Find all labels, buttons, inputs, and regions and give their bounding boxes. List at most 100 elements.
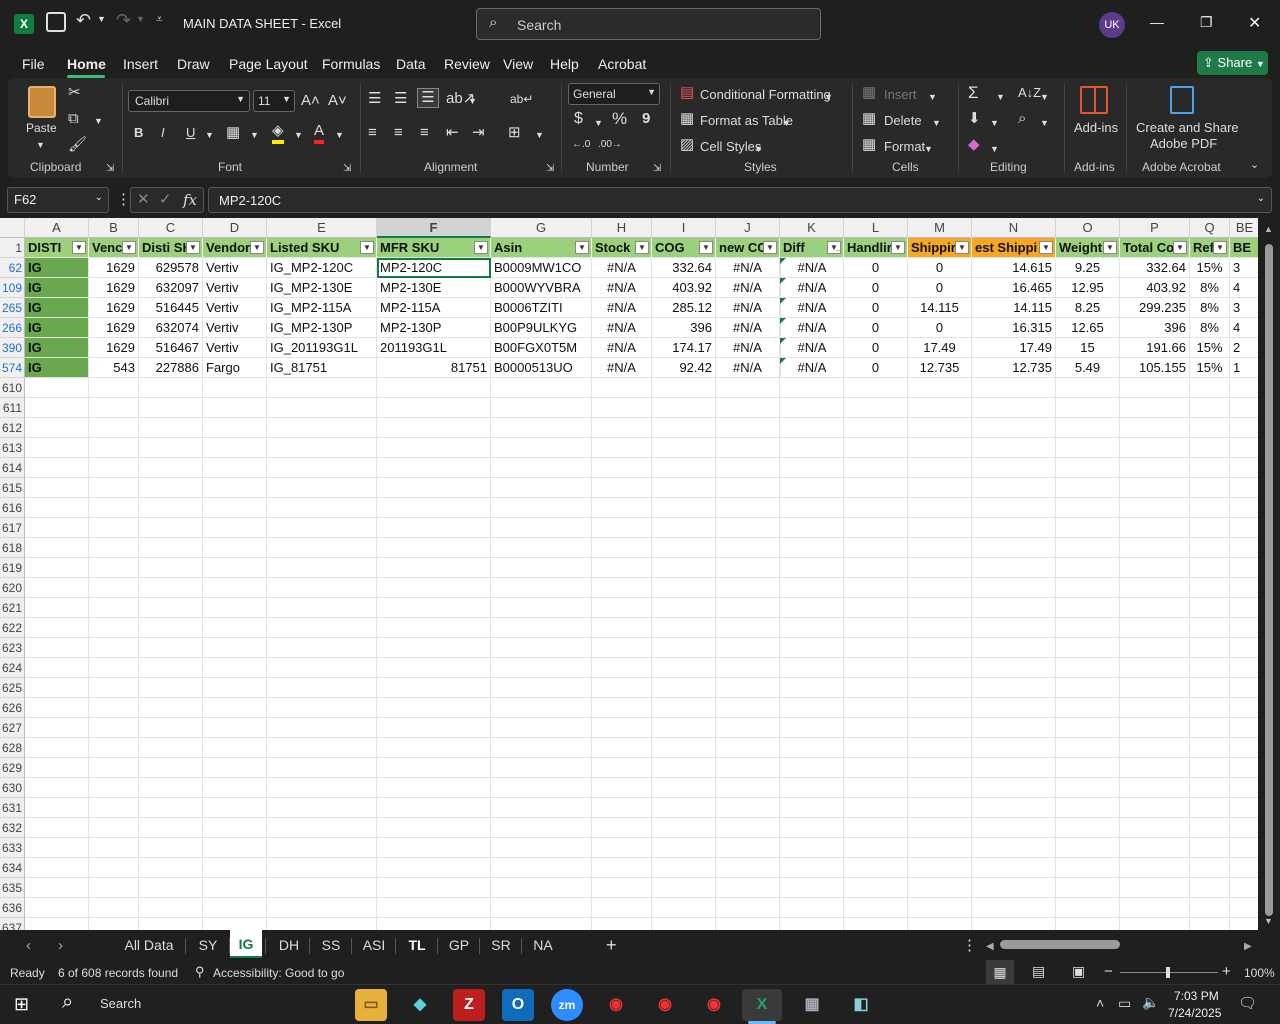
empty-cell[interactable]	[267, 758, 377, 778]
table-cell[interactable]: IG	[25, 338, 89, 358]
minimize-button[interactable]: —	[1150, 14, 1164, 30]
table-cell[interactable]: 105.155	[1120, 358, 1190, 378]
table-cell[interactable]: 92.42	[652, 358, 716, 378]
empty-cell[interactable]	[972, 718, 1056, 738]
table-cell[interactable]: 8%	[1190, 318, 1230, 338]
table-header-cell[interactable]: Venc ▼	[89, 238, 139, 258]
table-cell[interactable]: #N/A	[780, 338, 844, 358]
empty-cell[interactable]	[139, 458, 203, 478]
empty-cell[interactable]	[267, 878, 377, 898]
column-header[interactable]: D	[203, 218, 267, 238]
scrollbar-thumb[interactable]	[1265, 244, 1273, 916]
empty-cell[interactable]	[491, 838, 592, 858]
empty-cell[interactable]	[1056, 898, 1120, 918]
empty-cell[interactable]	[652, 438, 716, 458]
empty-cell[interactable]	[25, 598, 89, 618]
empty-cell[interactable]	[972, 758, 1056, 778]
empty-cell[interactable]	[139, 718, 203, 738]
table-header-cell[interactable]: new CC ▼	[716, 238, 780, 258]
empty-cell[interactable]	[139, 818, 203, 838]
empty-cell[interactable]	[89, 778, 139, 798]
row-header[interactable]: 623	[0, 638, 25, 658]
empty-cell[interactable]	[267, 618, 377, 638]
chrome-icon[interactable]: ◉	[649, 989, 681, 1021]
empty-cell[interactable]	[592, 398, 652, 418]
table-cell[interactable]: B00P9ULKYG	[491, 318, 592, 338]
table-cell[interactable]: MP2-115A	[377, 298, 491, 318]
empty-cell[interactable]	[491, 678, 592, 698]
empty-cell[interactable]	[1190, 438, 1230, 458]
format-cells-button[interactable]: Format	[884, 139, 925, 154]
table-cell[interactable]: 1629	[89, 278, 139, 298]
empty-cell[interactable]	[908, 598, 972, 618]
table-cell[interactable]: #N/A	[716, 318, 780, 338]
menu-home[interactable]: Home	[67, 56, 106, 72]
empty-cell[interactable]	[844, 478, 908, 498]
empty-cell[interactable]	[139, 758, 203, 778]
page-layout-view-icon[interactable]: ▤	[1032, 963, 1045, 980]
empty-cell[interactable]	[844, 418, 908, 438]
empty-cell[interactable]	[1056, 698, 1120, 718]
filter-dropdown-icon[interactable]: ▼	[1039, 241, 1053, 254]
empty-cell[interactable]	[716, 378, 780, 398]
column-header[interactable]: BE	[1230, 218, 1260, 238]
empty-cell[interactable]	[267, 438, 377, 458]
empty-cell[interactable]	[1190, 838, 1230, 858]
empty-cell[interactable]	[652, 758, 716, 778]
empty-cell[interactable]	[139, 898, 203, 918]
clear-icon[interactable]: ◆	[968, 136, 980, 154]
empty-cell[interactable]	[1230, 458, 1260, 478]
empty-cell[interactable]	[972, 638, 1056, 658]
table-cell[interactable]: Vertiv	[203, 338, 267, 358]
empty-cell[interactable]	[844, 858, 908, 878]
empty-cell[interactable]	[1230, 398, 1260, 418]
sheet-tab[interactable]: DH	[272, 930, 306, 960]
empty-cell[interactable]	[908, 658, 972, 678]
empty-cell[interactable]	[908, 538, 972, 558]
empty-cell[interactable]	[1120, 678, 1190, 698]
table-cell[interactable]: #N/A	[592, 338, 652, 358]
empty-cell[interactable]	[844, 898, 908, 918]
scroll-down-icon[interactable]: ▼	[1264, 916, 1273, 926]
empty-cell[interactable]	[1190, 638, 1230, 658]
empty-cell[interactable]	[267, 378, 377, 398]
empty-cell[interactable]	[267, 798, 377, 818]
table-cell[interactable]: 1629	[89, 298, 139, 318]
empty-cell[interactable]	[1120, 718, 1190, 738]
chevron-down-icon[interactable]: ⌄	[1257, 193, 1265, 204]
empty-cell[interactable]	[25, 578, 89, 598]
table-cell[interactable]: 0	[844, 338, 908, 358]
chrome-icon[interactable]: ◉	[600, 989, 632, 1021]
pdf-icon[interactable]	[1170, 86, 1194, 114]
table-cell[interactable]: 12.95	[1056, 278, 1120, 298]
empty-cell[interactable]	[267, 698, 377, 718]
filter-dropdown-icon[interactable]: ▼	[1173, 241, 1187, 254]
empty-cell[interactable]	[1230, 438, 1260, 458]
row-header[interactable]: 628	[0, 738, 25, 758]
empty-cell[interactable]	[491, 538, 592, 558]
redo-icon[interactable]: ↷	[116, 10, 131, 31]
empty-cell[interactable]	[972, 378, 1056, 398]
taskbar-search-icon[interactable]: ⌕	[62, 991, 73, 1014]
empty-cell[interactable]	[1230, 698, 1260, 718]
row-header[interactable]: 615	[0, 478, 25, 498]
scroll-left-icon[interactable]: ◀	[986, 938, 994, 956]
row-header[interactable]: 617	[0, 518, 25, 538]
table-cell[interactable]: IG_MP2-115A	[267, 298, 377, 318]
empty-cell[interactable]	[377, 478, 491, 498]
table-cell[interactable]: Vertiv	[203, 278, 267, 298]
empty-cell[interactable]	[25, 558, 89, 578]
sheet-tab[interactable]: GP	[442, 930, 476, 960]
table-cell[interactable]: 14.115	[972, 298, 1056, 318]
empty-cell[interactable]	[377, 818, 491, 838]
table-cell[interactable]: 299.235	[1120, 298, 1190, 318]
empty-cell[interactable]	[1230, 578, 1260, 598]
empty-cell[interactable]	[1056, 558, 1120, 578]
empty-cell[interactable]	[1056, 878, 1120, 898]
empty-cell[interactable]	[89, 378, 139, 398]
empty-cell[interactable]	[1056, 398, 1120, 418]
empty-cell[interactable]	[780, 818, 844, 838]
empty-cell[interactable]	[592, 918, 652, 930]
table-cell[interactable]: 1629	[89, 318, 139, 338]
decrease-decimal-icon[interactable]: .00→	[598, 136, 622, 154]
